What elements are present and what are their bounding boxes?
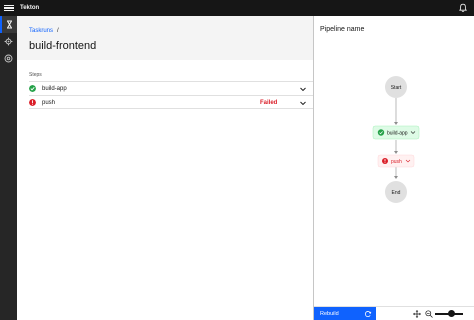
side-nav <box>0 16 17 320</box>
zoom-out-icon[interactable] <box>425 310 433 318</box>
chevron-down-icon[interactable] <box>299 99 307 107</box>
refresh-icon <box>364 311 372 318</box>
breadcrumb-separator: / <box>57 28 59 34</box>
node-build-app-label: build-app <box>387 131 408 137</box>
nav-item-pipelines[interactable] <box>0 16 17 33</box>
arrow-icon <box>394 176 398 179</box>
steps-label: Steps <box>29 72 42 78</box>
main-content: Taskruns / build-frontend Steps build-ap… <box>17 16 313 320</box>
nav-item-settings[interactable] <box>0 33 17 50</box>
nav-item-about[interactable] <box>0 50 17 67</box>
checkmark-filled-icon <box>377 129 385 136</box>
zoom-slider-handle[interactable] <box>448 310 455 317</box>
checkmark-filled-icon <box>29 85 36 92</box>
step-row-build-app[interactable]: build-app <box>29 81 313 95</box>
pipeline-graph: Start build-app push End <box>372 76 420 203</box>
node-push[interactable]: push <box>377 154 415 168</box>
breadcrumb-link-taskruns[interactable]: Taskruns <box>29 27 53 35</box>
app-title: Tekton <box>20 5 40 11</box>
chevron-down-icon[interactable] <box>299 85 307 93</box>
error-filled-icon <box>29 99 36 106</box>
hourglass-icon <box>7 20 12 29</box>
steps-list: Steps build-app push Failed <box>29 72 313 109</box>
menu-icon[interactable] <box>4 3 14 13</box>
step-row-push[interactable]: push Failed <box>29 95 313 109</box>
node-push-label: push <box>391 159 402 165</box>
help-circle-icon <box>4 54 13 63</box>
pipeline-panel: Pipeline name Start build-app push End R… <box>313 16 474 320</box>
node-build-app[interactable]: build-app <box>372 125 420 140</box>
app-header: Tekton <box>0 0 474 16</box>
step-name: push <box>42 100 56 106</box>
step-name: build-app <box>42 86 67 92</box>
node-start[interactable]: Start <box>385 76 407 98</box>
fit-to-screen-icon[interactable] <box>413 310 421 318</box>
step-status-failed: Failed <box>260 100 278 106</box>
notification-bell-icon[interactable] <box>458 3 468 13</box>
arrow-icon <box>394 151 398 154</box>
rebuild-label: Rebuild <box>320 311 339 317</box>
breadcrumb: Taskruns / <box>29 27 59 35</box>
graph-toolbar: Rebuild <box>314 306 474 320</box>
node-start-label: Start <box>391 85 402 91</box>
node-end[interactable]: End <box>385 181 407 203</box>
node-end-label: End <box>392 190 401 196</box>
rebuild-button[interactable]: Rebuild <box>314 307 376 320</box>
page-title: build-frontend <box>29 40 97 52</box>
page-header: Taskruns / build-frontend <box>17 16 313 60</box>
arrow-icon <box>394 122 398 125</box>
gear-icon <box>4 37 13 46</box>
